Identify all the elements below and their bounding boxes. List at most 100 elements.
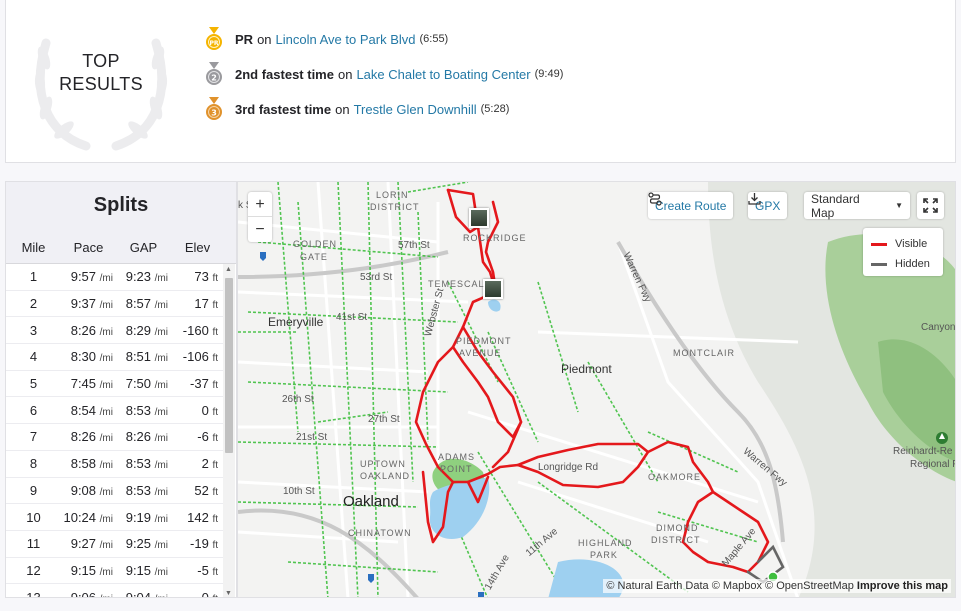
map-label: Emeryville	[268, 315, 324, 329]
split-elev-value: 52	[194, 482, 209, 498]
splits-scrollbar[interactable]: ▲ ▼	[223, 264, 235, 597]
elev-unit: ft	[212, 353, 218, 365]
map-label: Regional P	[910, 459, 956, 470]
split-gap: 9:25 /mi	[116, 536, 171, 551]
map-label: ADAMS	[438, 452, 476, 462]
split-mile: 7	[29, 429, 38, 445]
map-label: AVENUE	[459, 348, 502, 358]
split-elev-value: -19	[190, 536, 209, 552]
attribution-text[interactable]: © Natural Earth Data © Mapbox © OpenStre…	[606, 580, 853, 592]
split-elev: -19 ft	[171, 536, 224, 551]
fullscreen-button[interactable]	[917, 192, 944, 219]
legend-hidden-label: Hidden	[895, 258, 930, 270]
split-pace-value: 9:37	[70, 296, 97, 312]
pace-unit: /mi	[99, 326, 113, 338]
split-gap-value: 8:26	[125, 429, 152, 445]
map-label: 53rd St	[360, 272, 393, 283]
pace-unit: /mi	[99, 433, 113, 445]
split-row: 11 9:27 /mi 9:25 /mi -19 ft	[6, 531, 224, 558]
split-elev: -6 ft	[171, 429, 224, 444]
split-elev-value: 0	[201, 402, 209, 418]
map-label: GATE	[300, 252, 328, 262]
map-label: 57th St	[398, 240, 430, 251]
elev-unit: ft	[212, 513, 218, 525]
gap-unit: /mi	[154, 540, 168, 552]
split-mile: 3	[29, 322, 38, 338]
split-gap-value: 8:57	[125, 296, 152, 312]
result-row-3rd: 3 3rd fastest time on Trestle Glen Downh…	[204, 97, 509, 121]
map-label: Reinhardt-Re	[893, 446, 953, 457]
map-canvas[interactable]	[238, 182, 956, 598]
map-label: MONTCLAIR	[673, 348, 736, 358]
split-gap-value: 8:29	[125, 322, 152, 338]
route-photo-thumbnail[interactable]	[469, 208, 489, 228]
split-pace-value: 9:27	[70, 536, 97, 552]
splits-panel: Splits Mile Pace GAP Elev 1 9:57 /mi 9:23 …	[5, 181, 237, 598]
scroll-down-arrow-icon[interactable]: ▼	[225, 590, 232, 597]
map-label: DIMOND	[656, 523, 699, 533]
split-elev: 73 ft	[171, 269, 224, 284]
split-elev: 17 ft	[171, 296, 224, 311]
result-rank: 2nd fastest time	[235, 66, 334, 82]
split-pace-value: 8:58	[70, 456, 97, 472]
split-elev-value: 142	[187, 509, 209, 525]
map-label: 26th St	[282, 394, 314, 405]
segment-time: (9:49)	[534, 68, 564, 80]
segment-link[interactable]: Lincoln Ave to Park Blvd	[276, 32, 416, 47]
scroll-up-arrow-icon[interactable]: ▲	[225, 266, 232, 273]
split-pace-value: 8:30	[70, 349, 97, 365]
header-pace: Pace	[73, 240, 104, 255]
split-pace: 9:37 /mi	[61, 296, 116, 311]
map-label: 41st St	[336, 312, 368, 323]
gap-unit: /mi	[154, 326, 168, 338]
split-pace: 8:30 /mi	[61, 349, 116, 364]
map-label: 21st St	[296, 432, 328, 443]
split-row: 139:06 /mi9:04 /mi0 ft	[6, 584, 224, 598]
split-row: 1 9:57 /mi 9:23 /mi 73 ft	[6, 264, 224, 291]
gap-unit: /mi	[154, 406, 168, 418]
zoom-in-button[interactable]: +	[248, 192, 272, 217]
split-elev: -106 ft	[171, 349, 224, 364]
split-gap-value: 8:53	[125, 402, 152, 418]
split-elev: 142 ft	[171, 510, 224, 525]
map-label: ROCKRIDGE	[463, 233, 527, 243]
segment-link[interactable]: Lake Chalet to Boating Center	[356, 67, 530, 82]
legend-hidden-swatch	[871, 262, 887, 266]
scrollbar-thumb[interactable]	[225, 278, 233, 453]
split-mile: 10	[26, 509, 41, 525]
zoom-controls: + −	[248, 192, 272, 242]
header-elev: Elev	[184, 240, 211, 255]
splits-table-body[interactable]: 1 9:57 /mi 9:23 /mi 73 ft 2 9:37 /mi 8:57 /mi 1…	[6, 264, 224, 598]
zoom-out-button[interactable]: −	[248, 217, 272, 242]
split-mile: 13	[26, 589, 41, 598]
gpx-button[interactable]: GPX	[748, 192, 788, 219]
route-photo-thumbnail[interactable]	[483, 279, 503, 299]
map-label: Canyon	[921, 322, 956, 333]
map-label: PIEDMONT	[456, 336, 512, 346]
svg-text:2: 2	[211, 74, 217, 83]
create-route-button[interactable]: Create Route	[648, 192, 734, 219]
gap-unit: /mi	[154, 353, 168, 365]
gap-unit: /mi	[155, 594, 168, 597]
segment-link[interactable]: Trestle Glen Downhill	[354, 102, 477, 117]
split-mile: 8	[29, 456, 38, 472]
download-icon	[748, 193, 761, 205]
badge-line-2: RESULTS	[59, 74, 143, 94]
split-pace-value: 9:08	[70, 482, 97, 498]
map-style-dropdown[interactable]: Standard Map ▼	[804, 192, 910, 220]
split-pace: 8:58 /mi	[61, 456, 116, 471]
header-gap: GAP	[129, 240, 158, 255]
pace-unit: /mi	[99, 353, 113, 365]
result-row-2nd: 2 2nd fastest time on Lake Chalet to Boa…	[204, 62, 563, 86]
split-row: 2 9:37 /mi 8:57 /mi 17 ft	[6, 291, 224, 318]
silver-medal-icon: 2	[206, 62, 222, 85]
elev-unit: ft	[212, 594, 218, 597]
split-gap: 8:53 /mi	[116, 483, 171, 498]
create-route-label: Create Route	[655, 198, 727, 213]
split-elev: -160 ft	[171, 323, 224, 338]
gap-unit: /mi	[154, 273, 168, 285]
splits-title: Splits	[6, 182, 236, 232]
segment-time: (5:28)	[480, 103, 510, 115]
activity-map[interactable]: LORIN DISTRICT k St ROCKRIDGE 57th St GO…	[237, 181, 956, 598]
improve-map-link[interactable]: Improve this map	[857, 580, 948, 592]
